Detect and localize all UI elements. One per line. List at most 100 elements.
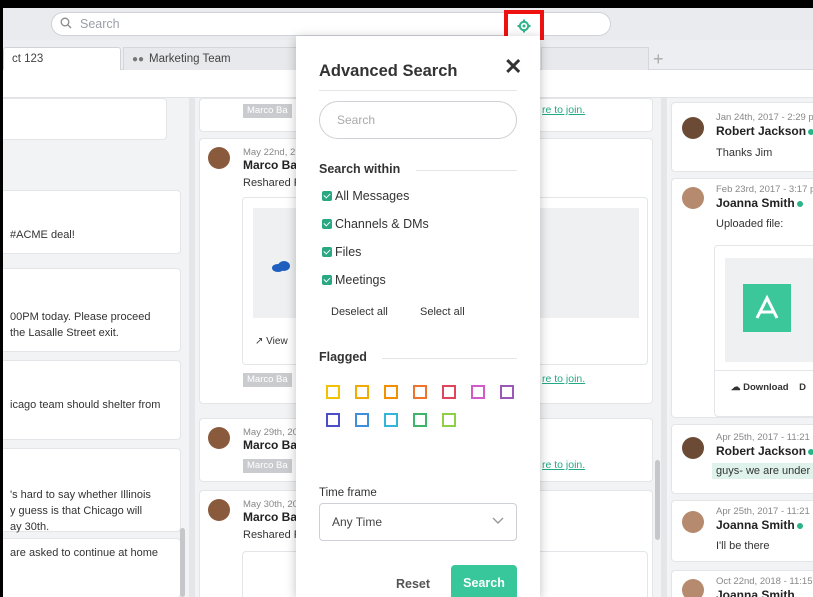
time-frame-select[interactable]: Any Time [319,503,517,541]
checkbox-label: All Messages [335,189,410,203]
author-name[interactable]: Robert Jackson [716,444,813,458]
flag-color-swatch[interactable] [384,385,398,399]
message-text: y guess is that Chicago will [10,505,143,517]
tab-empty[interactable] [541,47,649,70]
message-text: icago team should shelter from [10,399,161,411]
team-icon: ●● [132,54,145,65]
flag-color-swatch[interactable] [442,413,456,427]
time-frame-value: Any Time [332,515,383,529]
divider [382,358,517,359]
author-name-text: Robert Jackson [716,124,807,138]
select-all-button[interactable]: Select all [420,306,465,318]
flag-color-swatch[interactable] [326,385,340,399]
avatar[interactable] [682,117,704,139]
message-text: 's hard to say whether Illinois [10,489,151,501]
flag-color-swatch[interactable] [500,385,514,399]
checkbox-meetings[interactable]: Meetings [322,273,386,287]
flag-color-swatch[interactable] [384,413,398,427]
advanced-search-input[interactable]: Search [319,101,517,139]
divider [416,170,517,171]
join-link[interactable]: re to join. [542,104,585,116]
search-button[interactable]: Search [451,565,517,597]
message-date: May 22nd, 2 [243,147,296,158]
reshare-tag: Marco Ba [243,104,292,118]
message-text: 00PM today. Please proceed [10,311,151,323]
scrollbar[interactable] [180,528,185,597]
avatar[interactable] [682,187,704,209]
download-button[interactable]: ☁ Download D [731,382,806,393]
view-button[interactable]: ↗ View [255,336,288,347]
checkbox-all-messages[interactable]: All Messages [322,189,409,203]
tab-marketing-team[interactable]: ●● Marketing Team [123,47,298,70]
file-preview[interactable]: ☁ Download D [714,245,813,417]
search-within-heading: Search within [319,162,401,176]
message-date: Feb 23rd, 2017 - 3:17 p [716,184,813,195]
message-card: 's hard to say whether Illinois y guess … [3,448,181,533]
flag-color-swatch[interactable] [413,413,427,427]
author-name[interactable]: Marco Ba [243,438,297,452]
message-card: #ACME deal! [3,190,181,254]
message-card: Apr 25th, 2017 - 11:21 a Robert Jackson … [671,424,813,494]
search-placeholder: Search [80,17,120,31]
search-icon [60,17,72,29]
scrollbar[interactable] [655,460,660,540]
flag-color-swatch[interactable] [355,413,369,427]
avatar[interactable] [682,579,704,597]
deselect-all-button[interactable]: Deselect all [331,306,388,318]
flag-color-swatch[interactable] [442,385,456,399]
right-column: Jan 24th, 2017 - 2:29 p Robert Jackson T… [669,98,813,597]
join-link[interactable]: re to join. [542,459,585,471]
author-name-text: Robert Jackson [716,444,807,458]
checkbox-checked-icon [322,275,332,285]
message-text: Thanks Jim [716,147,773,159]
download-label: Download [743,382,789,393]
message-card: Feb 23rd, 2017 - 3:17 p Joanna Smith Upl… [671,178,813,418]
avatar[interactable] [682,437,704,459]
reset-button[interactable]: Reset [396,577,430,591]
author-name[interactable]: Joanna Smith [716,588,795,597]
checkbox-channels-dms[interactable]: Channels & DMs [322,217,429,231]
add-tab-icon[interactable]: + [653,49,664,70]
message-text: Reshared F [243,177,301,189]
preview-area [725,258,813,362]
avatar[interactable] [208,147,230,169]
download-icon: ☁ [731,382,741,393]
author-name-text: Joanna Smith [716,196,795,210]
checkbox-checked-icon [322,219,332,229]
checkbox-files[interactable]: Files [322,245,361,259]
join-link[interactable]: re to join. [542,373,585,385]
message-text: the Lasalle Street exit. [10,327,119,339]
pdf-icon [743,284,791,332]
author-name[interactable]: Robert Jackson [716,124,813,138]
online-status-icon [808,449,813,455]
reshare-tag: Marco Ba [243,459,292,473]
online-status-icon [796,201,803,207]
external-link-icon: ↗ [255,336,264,347]
message-text: are asked to continue at home [10,547,158,559]
close-icon[interactable]: ✕ [504,54,522,80]
flag-color-swatch[interactable] [355,385,369,399]
message-text: #ACME deal! [10,229,75,241]
author-name[interactable]: Marco Ba [243,158,297,172]
message-text: guys- we are under [712,463,813,479]
flag-color-swatch[interactable] [413,385,427,399]
panel-title: Advanced Search [319,62,458,80]
avatar[interactable] [682,511,704,533]
flag-color-swatch[interactable] [471,385,485,399]
avatar[interactable] [208,427,230,449]
avatar[interactable] [208,499,230,521]
message-text: I'll be there [716,540,770,552]
message-card [3,98,167,140]
cloud-icon [272,261,290,272]
download-extra: D [799,382,807,393]
author-name[interactable]: Joanna Smith [716,196,803,210]
message-date: Apr 25th, 2017 - 11:21 a [716,432,813,443]
tab-project[interactable]: ct 123 [3,47,121,70]
author-name[interactable]: Marco Ba [243,510,297,524]
author-name[interactable]: Joanna Smith [716,518,803,532]
online-status-icon [796,523,803,529]
message-text: ay 30th. [10,521,50,533]
flag-color-swatch[interactable] [326,413,340,427]
checkbox-checked-icon [322,191,332,201]
message-date: Apr 25th, 2017 - 11:21 a [716,506,813,517]
